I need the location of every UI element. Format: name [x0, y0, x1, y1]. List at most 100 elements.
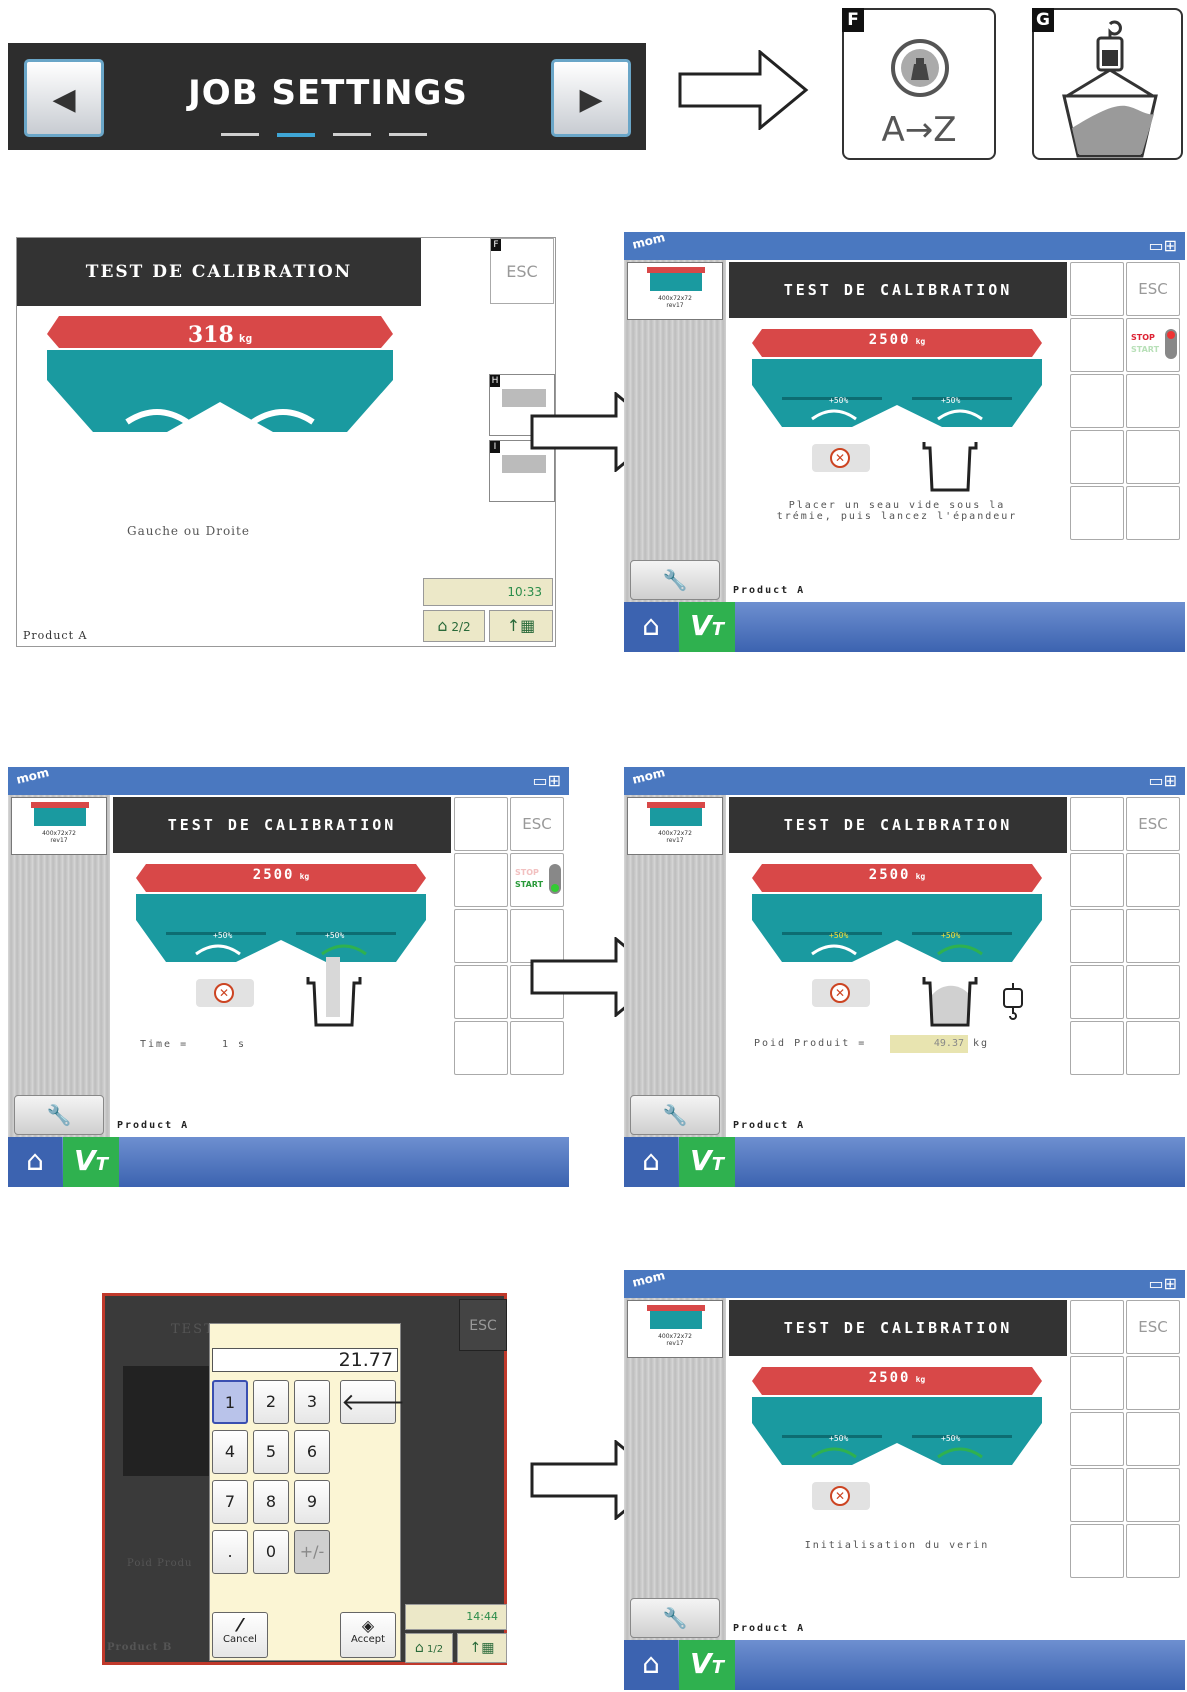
- softkey-empty[interactable]: [1070, 853, 1124, 907]
- key-7[interactable]: 7: [212, 1480, 248, 1524]
- esc-button[interactable]: ESC: [1126, 797, 1180, 851]
- softkey-empty[interactable]: [454, 853, 508, 907]
- wrench-settings-button[interactable]: 🔧: [14, 1095, 104, 1135]
- softkey-empty[interactable]: [454, 1021, 508, 1075]
- key-0[interactable]: 0: [253, 1530, 289, 1574]
- softkey-empty[interactable]: [1070, 374, 1124, 428]
- softkey-empty[interactable]: [1070, 1412, 1124, 1466]
- esc-button[interactable]: ESC: [1126, 262, 1180, 316]
- key-6[interactable]: 6: [294, 1430, 330, 1474]
- brand-logo: mom: [630, 230, 667, 252]
- home-button[interactable]: ⌂: [624, 1137, 678, 1187]
- softkey-empty[interactable]: [1126, 486, 1180, 540]
- softkey-empty[interactable]: [1126, 1412, 1180, 1466]
- home-button[interactable]: ⌂: [624, 602, 678, 652]
- softkey-empty[interactable]: [1126, 1356, 1180, 1410]
- stop-start-toggle[interactable]: STOP START: [1126, 318, 1180, 372]
- key-4[interactable]: 4: [212, 1430, 248, 1474]
- esc-button[interactable]: ESC: [459, 1299, 507, 1351]
- esc-button[interactable]: F ESC: [490, 238, 554, 304]
- home-button[interactable]: ⌂: [624, 1640, 678, 1690]
- esc-button[interactable]: ESC: [1126, 1300, 1180, 1354]
- screen-title: TEST DE CALIBRATION: [729, 797, 1067, 853]
- softkey-empty[interactable]: [1070, 1300, 1124, 1354]
- cancel-button[interactable]: ⁄ Cancel: [212, 1612, 268, 1658]
- numeric-keypad-dialog: TEST Poid Produ Product B ESC 21.77 1 2 …: [102, 1293, 507, 1665]
- softkey-empty[interactable]: [510, 1021, 564, 1075]
- vt-button[interactable]: VT: [679, 1640, 735, 1690]
- softkey-empty[interactable]: [454, 797, 508, 851]
- key-3[interactable]: 3: [294, 1380, 330, 1424]
- softkey-empty[interactable]: [1070, 965, 1124, 1019]
- vt-button[interactable]: VT: [679, 1137, 735, 1187]
- key-decimal[interactable]: .: [212, 1530, 248, 1574]
- up-grid-button[interactable]: ↑▦: [489, 610, 553, 642]
- softkey-empty[interactable]: [454, 965, 508, 1019]
- softkey-empty[interactable]: [1126, 1021, 1180, 1075]
- previous-page-button[interactable]: ◀: [24, 59, 104, 137]
- home-page-button[interactable]: ⌂ 1/2: [405, 1633, 453, 1663]
- disc-stopped-indicator: ✕: [812, 444, 870, 472]
- softkey-empty[interactable]: [1070, 430, 1124, 484]
- softkey-empty[interactable]: [1126, 909, 1180, 963]
- wrench-settings-button[interactable]: 🔧: [630, 1598, 720, 1638]
- window-menu-icon[interactable]: ▭⊞: [527, 771, 561, 791]
- implement-thumbnail[interactable]: 400x72x72 rev17: [627, 262, 723, 320]
- softkey-empty[interactable]: [1126, 374, 1180, 428]
- weighing-tile[interactable]: G: [1032, 8, 1183, 160]
- scale-bag-icon: [891, 39, 949, 97]
- softkey-empty[interactable]: [1126, 1524, 1180, 1578]
- implement-thumbnail[interactable]: 400x72x72 rev17: [627, 1300, 723, 1358]
- value-field[interactable]: 21.77: [212, 1348, 398, 1372]
- accept-button[interactable]: ◈ Accept: [340, 1612, 396, 1658]
- background-product: Product B: [107, 1642, 173, 1653]
- softkey-empty[interactable]: [1126, 853, 1180, 907]
- backspace-button[interactable]: 🡐: [340, 1380, 405, 1424]
- gate-opening-left: +50%: [213, 931, 233, 940]
- softkey-empty[interactable]: [1070, 318, 1124, 372]
- key-1[interactable]: 1: [212, 1380, 248, 1424]
- softkey-empty[interactable]: [1070, 1021, 1124, 1075]
- window-menu-icon[interactable]: ▭⊞: [1143, 771, 1177, 791]
- home-button[interactable]: ⌂: [8, 1137, 62, 1187]
- softkey-empty[interactable]: [1126, 1468, 1180, 1522]
- softkey-empty[interactable]: [454, 909, 508, 963]
- softkey-empty[interactable]: [1126, 965, 1180, 1019]
- softkey-empty[interactable]: [1070, 1468, 1124, 1522]
- chevron-left-icon: ◀: [52, 82, 76, 117]
- softkey-empty[interactable]: [1070, 486, 1124, 540]
- wrench-settings-button[interactable]: 🔧: [630, 1095, 720, 1135]
- softkey-empty[interactable]: [1070, 1524, 1124, 1578]
- key-plus-minus[interactable]: +/-: [294, 1530, 330, 1574]
- softkey-empty[interactable]: [1126, 430, 1180, 484]
- softkey-empty[interactable]: [1070, 909, 1124, 963]
- vt-button[interactable]: VT: [679, 602, 735, 652]
- key-9[interactable]: 9: [294, 1480, 330, 1524]
- window-menu-icon[interactable]: ▭⊞: [1143, 1274, 1177, 1294]
- softkey-empty[interactable]: [1070, 1356, 1124, 1410]
- up-grid-button[interactable]: ↑▦: [457, 1633, 507, 1663]
- key-2[interactable]: 2: [253, 1380, 289, 1424]
- esc-button[interactable]: ESC: [510, 797, 564, 851]
- hopper-weight: 2500 kg: [252, 867, 310, 883]
- window-menu-icon[interactable]: ▭⊞: [1143, 236, 1177, 256]
- vt-button[interactable]: VT: [63, 1137, 119, 1187]
- product-weight-label: Poid Produit =: [754, 1038, 867, 1049]
- calibration-screen-running: mom ▭⊞ 400x72x72 rev17 🔧 TEST DE CALIBRAT…: [8, 765, 569, 1187]
- key-5[interactable]: 5: [253, 1430, 289, 1474]
- key-8[interactable]: 8: [253, 1480, 289, 1524]
- stop-start-toggle[interactable]: STOP START: [510, 853, 564, 907]
- wrench-settings-button[interactable]: 🔧: [630, 560, 720, 600]
- toggle-start-label: START: [515, 880, 544, 889]
- product-weight-input[interactable]: 49.37: [890, 1035, 968, 1053]
- softkey-empty[interactable]: [1070, 262, 1124, 316]
- brand-logo: mom: [630, 765, 667, 787]
- softkey-empty[interactable]: [1070, 797, 1124, 851]
- calibration-tile[interactable]: F A→Z: [842, 8, 996, 160]
- home-page-button[interactable]: ⌂ 2/2: [423, 610, 485, 642]
- toggle-stop-label: STOP: [515, 868, 539, 877]
- implement-thumbnail[interactable]: 400x72x72 rev17: [11, 797, 107, 855]
- implement-thumbnail[interactable]: 400x72x72 rev17: [627, 797, 723, 855]
- clock-display: 10:33: [423, 578, 553, 606]
- next-page-button[interactable]: ▶: [551, 59, 631, 137]
